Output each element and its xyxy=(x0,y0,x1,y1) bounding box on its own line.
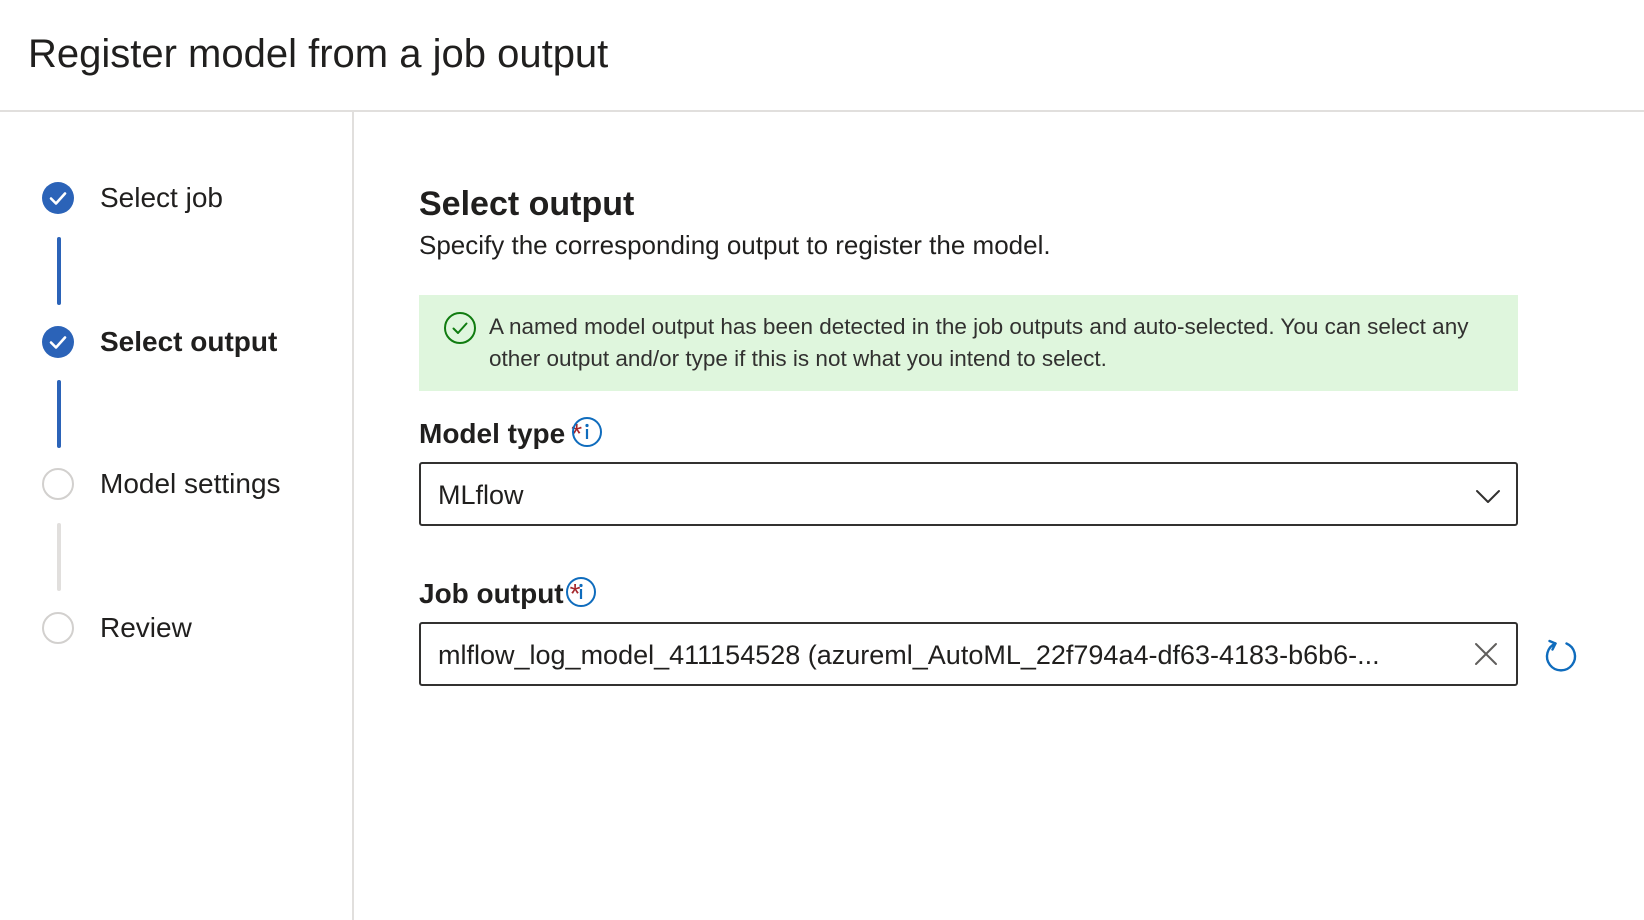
section-title: Select output xyxy=(419,185,635,223)
job-output-label: Job output * xyxy=(419,576,581,612)
step-completed-check-icon xyxy=(42,182,74,214)
step-label: Select job xyxy=(100,182,223,213)
step-label: Select output xyxy=(100,326,278,357)
step-pending-circle-icon xyxy=(42,468,74,500)
info-icon[interactable] xyxy=(565,576,597,608)
job-output-value: mlflow_log_model_411154528 (azureml_Auto… xyxy=(438,640,1380,670)
job-output-label-text: Job output xyxy=(419,578,564,609)
model-type-dropdown[interactable]: MLflow xyxy=(419,462,1518,526)
info-icon[interactable] xyxy=(571,416,603,448)
step-label: Model settings xyxy=(100,468,281,499)
job-output-combobox[interactable]: mlflow_log_model_411154528 (azureml_Auto… xyxy=(419,622,1518,686)
model-type-label-text: Model type xyxy=(419,418,566,449)
success-message-text: A named model output has been detected i… xyxy=(489,314,1469,371)
check-circle-icon xyxy=(444,312,476,344)
step-connector xyxy=(57,523,61,591)
step-connector xyxy=(57,380,61,448)
section-description: Specify the corresponding output to regi… xyxy=(419,230,1051,260)
model-type-value: MLflow xyxy=(438,480,524,510)
model-type-label: Model type * xyxy=(419,416,582,452)
wizard-steps: Select job Select output Model settings … xyxy=(0,112,354,920)
chevron-down-icon xyxy=(1476,490,1500,503)
dialog-title: Register model from a job output xyxy=(28,32,609,76)
refresh-icon[interactable] xyxy=(1541,635,1581,675)
close-icon[interactable] xyxy=(1470,638,1502,670)
step-label: Review xyxy=(100,612,192,643)
dialog-header: Register model from a job output xyxy=(0,0,1644,112)
main-content: Select output Specify the corresponding … xyxy=(354,112,1644,920)
success-message-bar: A named model output has been detected i… xyxy=(419,295,1518,391)
step-connector xyxy=(57,237,61,305)
step-completed-check-icon xyxy=(42,326,74,358)
step-pending-circle-icon xyxy=(42,612,74,644)
